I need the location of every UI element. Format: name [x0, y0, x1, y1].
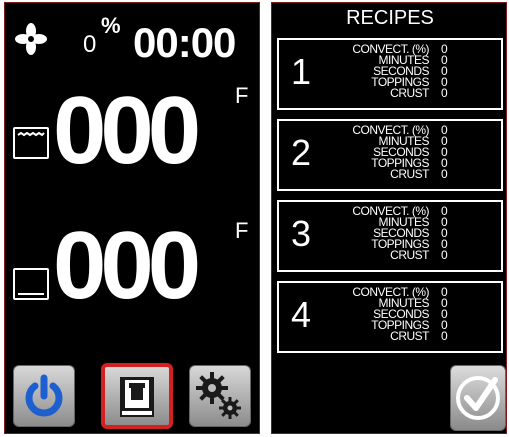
percent-sign: % — [101, 13, 121, 38]
recipe-value: 0 — [441, 86, 448, 100]
recipe-card[interactable]: 2 CONVECT. (%) 0 MINUTES 0 SECONDS 0 TOPPIN… — [277, 119, 503, 191]
gears-icon — [196, 372, 241, 419]
timer-display[interactable]: 00:00 — [133, 19, 236, 67]
recipe-book-icon — [120, 377, 154, 417]
recipe-card[interactable]: 4 CONVECT. (%) 0 MINUTES 0 SECONDS 0 TOPPIN… — [277, 281, 503, 353]
recipe-card[interactable]: 1 CONVECT. (%) 0 MINUTES 0 SECONDS 0 TOPPIN… — [277, 38, 503, 110]
top-oven-temperature[interactable]: 000 F — [5, 83, 261, 193]
oven-status-panel: 0 % 00:00 000 F 000 F — [4, 2, 260, 434]
settings-button[interactable] — [189, 365, 251, 427]
convection-percent-value: 0 — [83, 31, 97, 58]
bottom-oven-temperature-value: 000 — [53, 212, 201, 319]
recipe-label: CRUST — [390, 86, 429, 100]
recipe-value: 0 — [441, 167, 448, 181]
recipe-value: 0 — [441, 248, 448, 262]
recipe-label: CRUST — [390, 167, 429, 181]
top-oven-unit: F — [235, 83, 249, 108]
top-oven-temperature-value: 000 — [53, 77, 201, 184]
top-oven-icon — [13, 127, 49, 159]
recipes-title: RECIPES — [346, 7, 434, 29]
bottom-oven-temperature[interactable]: 000 F — [5, 218, 261, 328]
recipes-panel: RECIPES 1 CONVECT. (%) 0 MINUTES 0 SECONDS… — [271, 2, 507, 434]
confirm-button[interactable] — [450, 365, 506, 431]
checkmark-icon — [456, 376, 500, 420]
recipe-value: 0 — [441, 329, 448, 343]
bottom-oven-unit: F — [235, 218, 249, 243]
recipe-card[interactable]: 3 CONVECT. (%) 0 MINUTES 0 SECONDS 0 TOPPIN… — [277, 200, 503, 272]
power-button[interactable] — [13, 365, 75, 427]
fan-icon — [15, 23, 47, 55]
power-icon — [25, 374, 63, 417]
recipe-label: CRUST — [390, 329, 429, 343]
bottom-oven-icon — [13, 268, 49, 300]
recipes-button[interactable] — [101, 363, 173, 429]
recipe-label: CRUST — [390, 248, 429, 262]
